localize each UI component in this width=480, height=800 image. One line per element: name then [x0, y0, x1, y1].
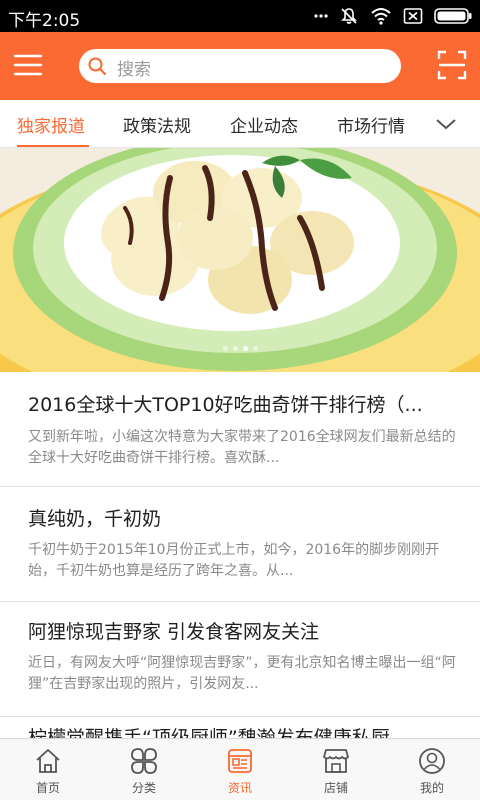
more-tabs-button[interactable]	[434, 114, 458, 134]
search-placeholder: 搜索	[117, 60, 151, 80]
status-icons	[314, 5, 472, 27]
tab-policy-regulations[interactable]: 政策法规	[123, 112, 191, 137]
nav-profile-label: 我的	[419, 781, 444, 795]
nav-home-label: 首页	[35, 781, 60, 795]
news-item[interactable]: 真纯奶，千初奶 千初牛奶于2015年10月份正式上市，如今，2016年的脚步刚刚…	[0, 487, 480, 602]
menu-icon	[13, 54, 43, 76]
category-icon	[131, 748, 157, 774]
search-icon	[88, 57, 107, 76]
app-header: 搜索	[0, 32, 480, 100]
nav-news[interactable]: 资讯	[192, 739, 288, 800]
category-tabs: 独家报道 政策法规 企业动态 市场行情	[0, 100, 480, 148]
tab-market-trends[interactable]: 市场行情	[337, 112, 405, 137]
banner-carousel[interactable]	[0, 148, 480, 372]
news-item[interactable]: 柠檬觉醒携手“顶级厨师”魏瀚发布健康私厨	[0, 717, 480, 738]
news-title: 真纯奶，千初奶	[28, 508, 162, 530]
news-title: 阿狸惊现吉野家 引发食客网友关注	[28, 621, 320, 643]
nav-category-label: 分类	[131, 781, 156, 795]
tab-exclusive-report[interactable]: 独家报道	[17, 112, 85, 137]
news-item[interactable]: 2016全球十大TOP10好吃曲奇饼干排行榜（... 又到新年啦，小编这次特意为…	[0, 372, 480, 487]
news-item[interactable]: 阿狸惊现吉野家 引发食客网友关注 近日，有网友大呼“阿狸惊现吉野家”，更有北京知…	[0, 602, 480, 717]
nav-home[interactable]: 首页	[0, 739, 96, 800]
news-summary: 又到新年啦，小编这次特意为大家带来了2016全球网友们最新总结的全球十大好吃曲奇…	[28, 429, 456, 466]
store-icon	[323, 749, 349, 773]
carousel-dot	[222, 346, 228, 351]
menu-button[interactable]	[12, 49, 44, 81]
news-icon	[228, 749, 252, 773]
nav-store-label: 店铺	[323, 781, 348, 795]
chevron-down-icon	[436, 119, 456, 130]
search-input[interactable]: 搜索	[79, 49, 401, 83]
tab-company-news[interactable]: 企业动态	[230, 112, 298, 137]
battery-icon	[434, 8, 472, 24]
carousel-dot	[232, 346, 238, 351]
nav-profile[interactable]: 我的	[384, 739, 480, 800]
bottom-nav: 首页 分类 资讯 店铺 我的	[0, 738, 480, 800]
nav-store[interactable]: 店铺	[288, 739, 384, 800]
news-summary: 千初牛奶于2015年10月份正式上市，如今，2016年的脚步刚刚开始，千初牛奶也…	[28, 542, 440, 579]
home-icon	[36, 749, 60, 773]
scan-button[interactable]	[436, 49, 468, 81]
nav-news-label: 资讯	[227, 781, 252, 795]
more-dots-icon	[314, 14, 328, 18]
status-time: 下午2:05	[8, 11, 81, 31]
banner-image	[0, 148, 480, 372]
scan-icon	[437, 50, 467, 80]
carousel-indicator	[0, 346, 480, 351]
profile-icon	[419, 748, 445, 774]
carousel-dot	[252, 346, 258, 351]
news-list: 2016全球十大TOP10好吃曲奇饼干排行榜（... 又到新年啦，小编这次特意为…	[0, 372, 480, 738]
active-tab-indicator	[17, 145, 89, 147]
news-title: 2016全球十大TOP10好吃曲奇饼干排行榜（...	[28, 394, 423, 416]
nav-category[interactable]: 分类	[96, 739, 192, 800]
news-summary: 近日，有网友大呼“阿狸惊现吉野家”，更有北京知名博主曝出一组“阿狸”在吉野家出现…	[28, 655, 456, 692]
carousel-dot-active	[242, 346, 248, 351]
status-bar: 下午2:05	[0, 0, 480, 32]
no-sim-icon	[403, 8, 423, 24]
mute-icon	[341, 8, 357, 24]
news-title: 柠檬觉醒携手“顶级厨师”魏瀚发布健康私厨	[28, 727, 390, 738]
wifi-icon	[371, 8, 391, 25]
